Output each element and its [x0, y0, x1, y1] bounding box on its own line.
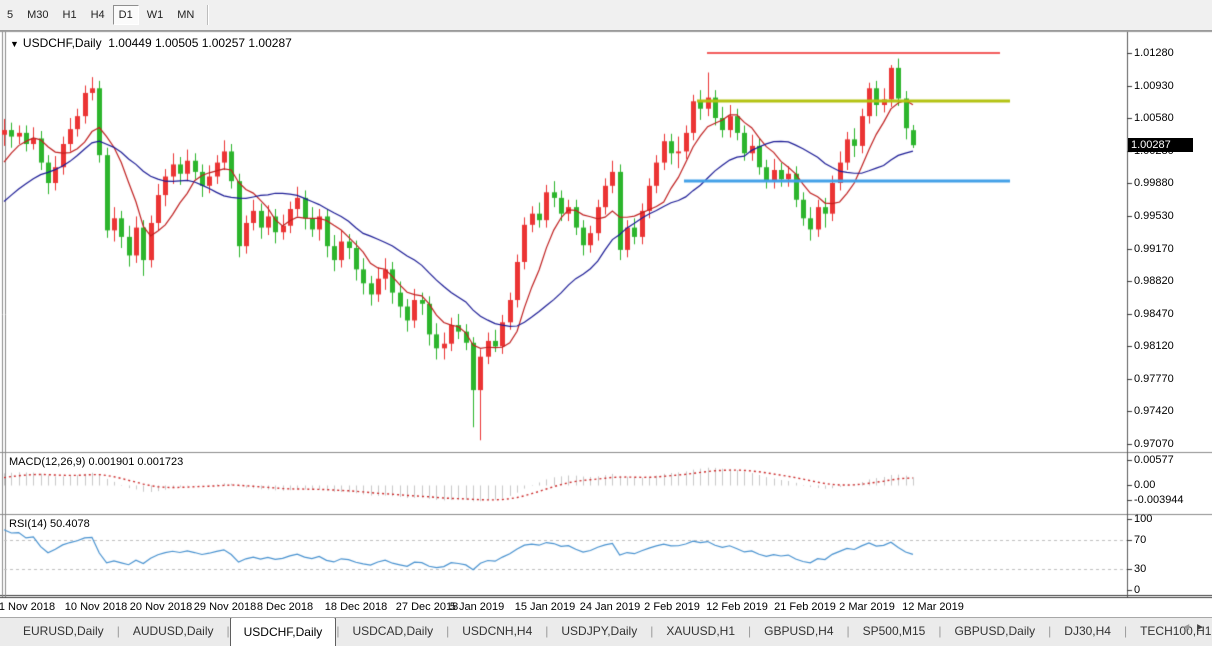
- rsi-axis-label: 100: [1134, 513, 1152, 525]
- tab-scroll-right-icon[interactable]: ►: [1195, 622, 1209, 633]
- rsi-axis-label: 30: [1134, 563, 1146, 575]
- macd-axis-label: 0.00577: [1134, 454, 1174, 466]
- price-axis-label: 1.00930: [1134, 80, 1174, 92]
- date-axis-label: 24 Jan 2019: [580, 601, 641, 613]
- timeframe-button-h1[interactable]: H1: [57, 5, 83, 25]
- date-axis-label: 2 Feb 2019: [644, 601, 700, 613]
- date-axis-label: 12 Mar 2019: [902, 601, 964, 613]
- date-axis-label: 8 Dec 2018: [257, 601, 313, 613]
- macd-axis-label: -0.003944: [1134, 494, 1184, 506]
- price-axis-label: 0.97770: [1134, 373, 1174, 385]
- price-axis-label: 0.99170: [1134, 243, 1174, 255]
- chart-ohlc-values: 1.00449 1.00505 1.00257 1.00287: [108, 36, 292, 50]
- timeframe-toolbar: 5M30H1H4D1W1MN: [0, 0, 1212, 31]
- macd-axis-label: 0.00: [1134, 479, 1155, 491]
- timeframe-button-mn[interactable]: MN: [171, 5, 200, 25]
- current-price-tag: 1.00287: [1128, 138, 1193, 152]
- chart-tab-usdchf-daily[interactable]: USDCHF,Daily: [230, 617, 337, 646]
- price-axis-label: 0.97420: [1134, 405, 1174, 417]
- chart-symbol-label: USDCHF,Daily: [23, 36, 102, 50]
- mt4-window: 5M30H1H4D1W1MN ▼ USDCHF,Daily 1.00449 1.0…: [0, 0, 1212, 646]
- date-axis-label: 15 Jan 2019: [515, 601, 576, 613]
- chart-tab-usdcnh-h4[interactable]: USDCNH,H4: [449, 618, 545, 646]
- date-axis-label: 2 Mar 2019: [839, 601, 895, 613]
- chart-tab-gbpusd-h4[interactable]: GBPUSD,H4: [751, 618, 846, 646]
- timeframe-button-d1[interactable]: D1: [113, 5, 139, 25]
- price-axis-label: 0.97070: [1134, 438, 1174, 450]
- chart-tab-audusd-daily[interactable]: AUDUSD,Daily: [120, 618, 227, 646]
- date-axis-label: 10 Nov 2018: [65, 601, 127, 613]
- date-axis-label: 18 Dec 2018: [325, 601, 387, 613]
- chart-title: ▼ USDCHF,Daily 1.00449 1.00505 1.00257 1.…: [10, 36, 292, 50]
- date-axis-label: 20 Nov 2018: [130, 601, 192, 613]
- price-axis-label: 1.01280: [1134, 47, 1174, 59]
- rsi-axis-label: 0: [1134, 584, 1140, 596]
- chart-tab-gbpusd-daily[interactable]: GBPUSD,Daily: [941, 618, 1048, 646]
- chart-tab-sp500-m15[interactable]: SP500,M15: [850, 618, 939, 646]
- date-axis-label: 1 Nov 2018: [0, 601, 55, 613]
- price-axis-label: 1.00580: [1134, 112, 1174, 124]
- date-axis-label: 21 Feb 2019: [774, 601, 836, 613]
- tab-scroll-left-icon[interactable]: ◄: [1181, 622, 1195, 633]
- price-axis-label: 0.98820: [1134, 275, 1174, 287]
- chart-tab-usdcad-daily[interactable]: USDCAD,Daily: [339, 618, 446, 646]
- timeframe-button-h4[interactable]: H4: [85, 5, 111, 25]
- date-axis-label: 12 Feb 2019: [706, 601, 768, 613]
- chart-tab-xauusd-h1[interactable]: XAUUSD,H1: [653, 618, 748, 646]
- price-axis-label: 0.99530: [1134, 210, 1174, 222]
- chart-tab-usdjpy-daily[interactable]: USDJPY,Daily: [548, 618, 650, 646]
- chart-dropdown-icon[interactable]: ▼: [10, 39, 19, 49]
- price-axis-label: 0.98120: [1134, 340, 1174, 352]
- price-axis-label: 0.98470: [1134, 308, 1174, 320]
- rsi-axis-label: 70: [1134, 534, 1146, 546]
- timeframe-button-5[interactable]: 5: [1, 5, 19, 25]
- price-chart-canvas[interactable]: [0, 0, 1212, 646]
- chart-tab-dj30-h4[interactable]: DJ30,H4: [1051, 618, 1124, 646]
- chart-tab-bar: EURUSD,Daily|AUDUSD,Daily|USDCHF,Daily|U…: [0, 617, 1212, 646]
- macd-indicator-label: MACD(12,26,9) 0.001901 0.001723: [9, 456, 183, 468]
- rsi-indicator-label: RSI(14) 50.4078: [9, 518, 90, 530]
- price-axis-label: 0.99880: [1134, 177, 1174, 189]
- chart-tab-eurusd-daily[interactable]: EURUSD,Daily: [10, 618, 117, 646]
- tab-scroll-buttons: ◄►: [1181, 622, 1209, 633]
- date-axis-label: 29 Nov 2018: [194, 601, 256, 613]
- toolbar-separator: [207, 5, 209, 25]
- date-axis-label: 5 Jan 2019: [450, 601, 504, 613]
- timeframe-button-m30[interactable]: M30: [21, 5, 54, 25]
- timeframe-button-w1[interactable]: W1: [141, 5, 170, 25]
